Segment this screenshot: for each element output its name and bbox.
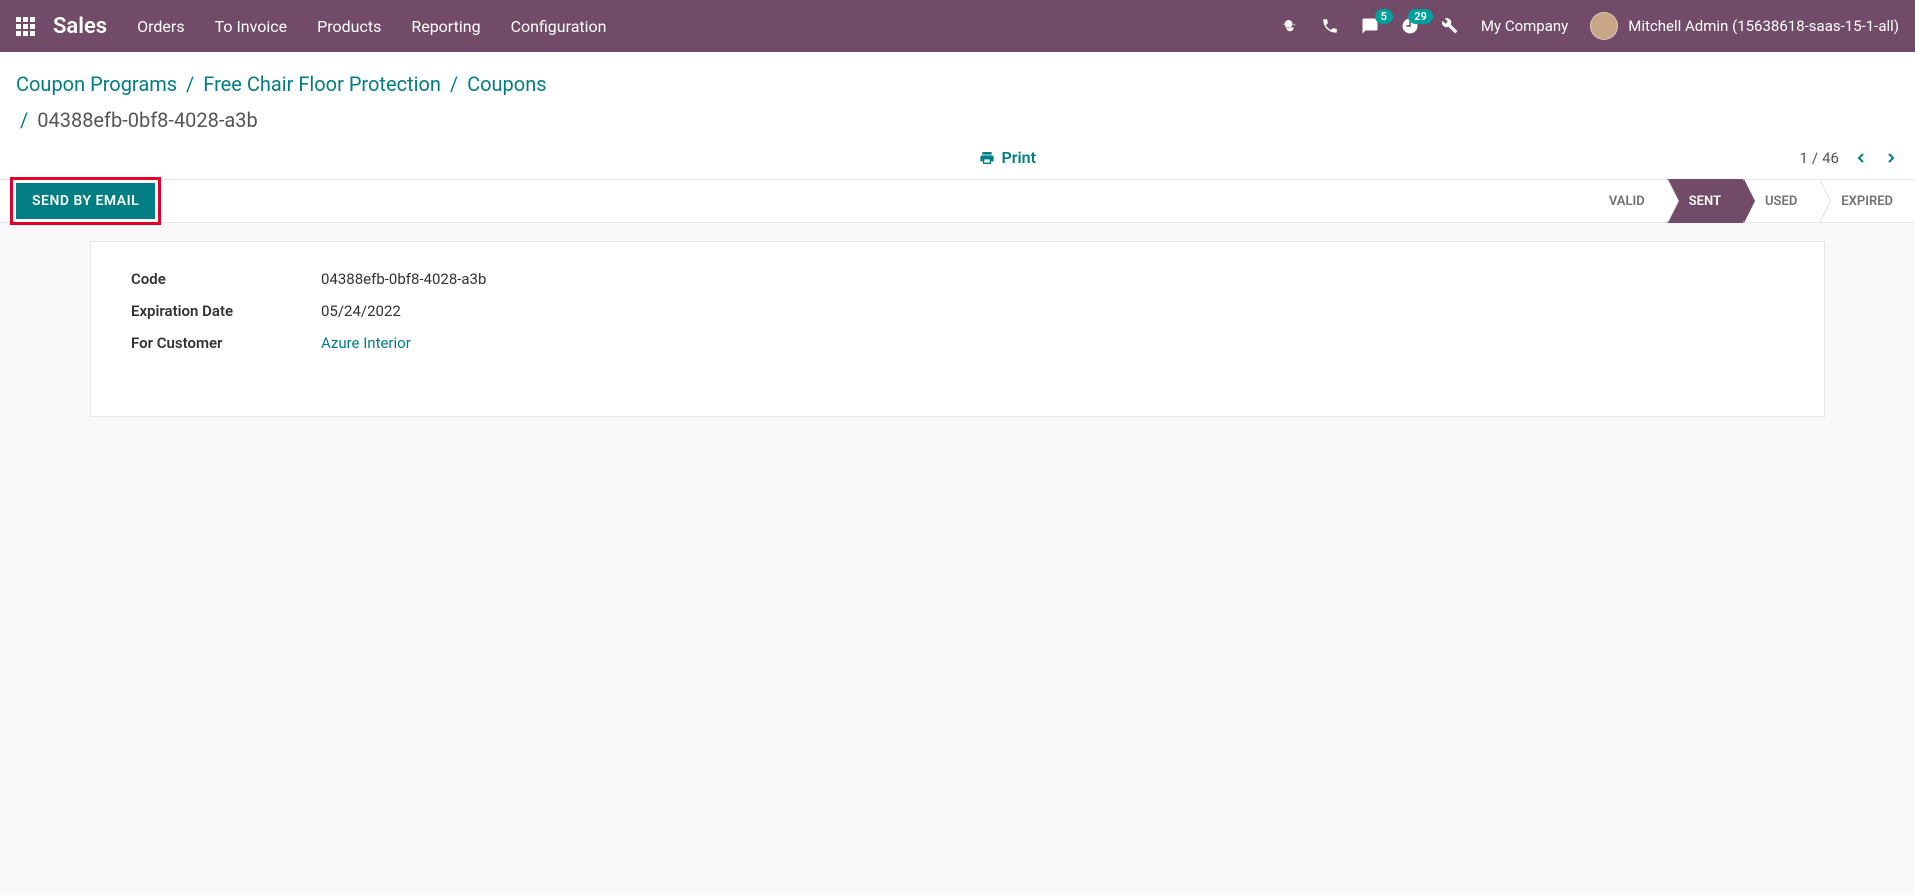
nav-menu: Orders To Invoice Products Reporting Con… bbox=[137, 17, 606, 36]
nav-products[interactable]: Products bbox=[317, 17, 381, 36]
field-row: Code 04388efb-0bf8-4028-a3b bbox=[131, 270, 1784, 288]
topbar-right: 5 29 My Company Mitchell Admin (15638618… bbox=[1281, 12, 1899, 40]
field-row: For Customer Azure Interior bbox=[131, 334, 1784, 352]
print-button[interactable]: Print bbox=[979, 148, 1036, 167]
phone-icon[interactable] bbox=[1321, 17, 1339, 35]
breadcrumb-link[interactable]: Coupon Programs bbox=[16, 72, 177, 96]
field-label-customer: For Customer bbox=[131, 334, 321, 352]
breadcrumb-link[interactable]: Free Chair Floor Protection bbox=[203, 72, 441, 96]
field-value-code: 04388efb-0bf8-4028-a3b bbox=[321, 270, 486, 288]
nav-orders[interactable]: Orders bbox=[137, 17, 184, 36]
content: Code 04388efb-0bf8-4028-a3b Expiration D… bbox=[0, 223, 1915, 435]
activity-icon[interactable]: 29 bbox=[1401, 17, 1419, 35]
pager-total: 46 bbox=[1822, 149, 1839, 167]
highlight-box: SEND BY EMAIL bbox=[10, 177, 161, 225]
field-row: Expiration Date 05/24/2022 bbox=[131, 302, 1784, 320]
messaging-icon[interactable]: 5 bbox=[1361, 17, 1379, 35]
send-by-email-button[interactable]: SEND BY EMAIL bbox=[16, 183, 155, 219]
print-icon bbox=[979, 150, 995, 166]
nav-configuration[interactable]: Configuration bbox=[511, 17, 607, 36]
status-expired[interactable]: EXPIRED bbox=[1819, 179, 1915, 223]
activity-badge: 29 bbox=[1408, 9, 1433, 24]
user-name: Mitchell Admin (15638618-saas-15-1-all) bbox=[1628, 17, 1899, 35]
pager: 1 / 46 bbox=[1799, 149, 1899, 167]
pager-prev-icon[interactable] bbox=[1853, 150, 1869, 166]
control-panel: Coupon Programs / Free Chair Floor Prote… bbox=[0, 52, 1915, 179]
nav-reporting[interactable]: Reporting bbox=[411, 17, 480, 36]
field-value-expiry: 05/24/2022 bbox=[321, 302, 401, 320]
field-label-code: Code bbox=[131, 270, 321, 288]
field-label-expiry: Expiration Date bbox=[131, 302, 321, 320]
breadcrumb: Coupon Programs / Free Chair Floor Prote… bbox=[16, 66, 1899, 138]
pager-current: 1 bbox=[1799, 149, 1807, 167]
app-name[interactable]: Sales bbox=[53, 14, 107, 39]
field-value-customer[interactable]: Azure Interior bbox=[321, 334, 411, 352]
bug-icon[interactable] bbox=[1281, 17, 1299, 35]
company-selector[interactable]: My Company bbox=[1481, 17, 1568, 35]
user-menu[interactable]: Mitchell Admin (15638618-saas-15-1-all) bbox=[1590, 12, 1899, 40]
topbar: Sales Orders To Invoice Products Reporti… bbox=[0, 0, 1915, 52]
breadcrumb-link[interactable]: Coupons bbox=[467, 72, 546, 96]
avatar bbox=[1590, 12, 1618, 40]
form-sheet: Code 04388efb-0bf8-4028-a3b Expiration D… bbox=[90, 241, 1825, 417]
nav-to-invoice[interactable]: To Invoice bbox=[215, 17, 288, 36]
messaging-badge: 5 bbox=[1375, 9, 1393, 24]
breadcrumb-current: 04388efb-0bf8-4028-a3b bbox=[37, 108, 258, 132]
pager-next-icon[interactable] bbox=[1883, 150, 1899, 166]
status-bar: SEND BY EMAIL VALID SENT USED EXPIRED bbox=[0, 179, 1915, 223]
status-valid[interactable]: VALID bbox=[1587, 179, 1667, 223]
apps-icon[interactable] bbox=[16, 17, 35, 36]
status-chain: VALID SENT USED EXPIRED bbox=[1587, 179, 1915, 223]
tools-icon[interactable] bbox=[1441, 17, 1459, 35]
